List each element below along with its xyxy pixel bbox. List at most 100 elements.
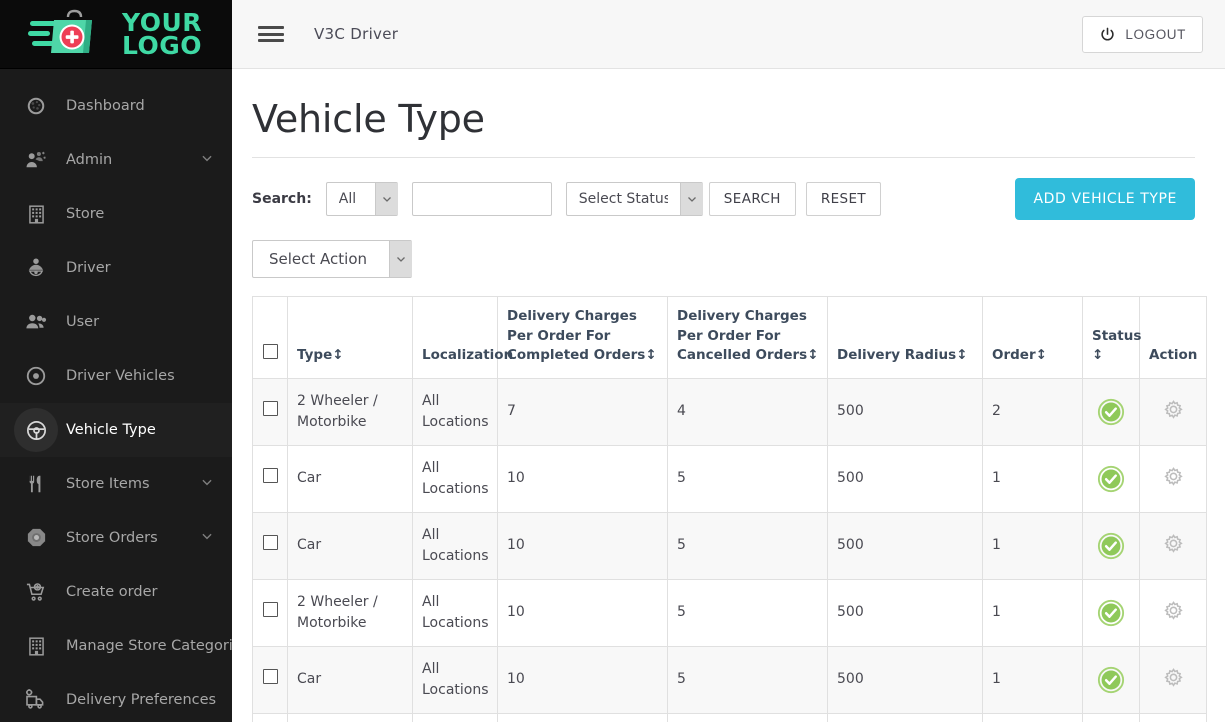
- chevron-down-icon[interactable]: [200, 529, 214, 547]
- column-header-type[interactable]: Type↕: [287, 296, 413, 379]
- settings-gear-icon[interactable]: [1161, 600, 1186, 625]
- sidebar-item-label: Delivery Preferences: [66, 692, 217, 708]
- column-label: Localization: [422, 347, 514, 364]
- sidebar-item-label: Store Items: [66, 476, 150, 492]
- column-header-delivery-radius[interactable]: Delivery Radius↕: [827, 296, 983, 379]
- row-checkbox[interactable]: [262, 601, 278, 617]
- cell-status: [1082, 645, 1140, 714]
- row-select-cell: [252, 377, 288, 446]
- sidebar-item-store[interactable]: Store: [0, 187, 232, 241]
- sort-icon[interactable]: ↕: [807, 346, 818, 366]
- sort-icon[interactable]: ↕: [645, 346, 656, 366]
- sidebar-item-driver[interactable]: Driver: [0, 241, 232, 295]
- column-header-select-all: [252, 296, 288, 379]
- cell-type: 2 Wheeler / Motorbike: [287, 578, 413, 647]
- search-field-select-wrap: All: [325, 182, 398, 216]
- building-icon: [14, 192, 58, 236]
- hamburger-icon[interactable]: [258, 24, 284, 44]
- sidebar-item-driver-vehicles[interactable]: Driver Vehicles: [0, 349, 232, 403]
- select-all-checkbox[interactable]: [262, 344, 278, 360]
- column-label: Delivery Charges Per Order For Cancelled…: [677, 308, 808, 364]
- status-active-check-icon[interactable]: [1097, 532, 1125, 560]
- sidebar-item-label: Store: [66, 206, 105, 222]
- column-label: Action: [1149, 347, 1198, 364]
- your-logo-bag-icon: [28, 9, 92, 53]
- sidebar-item-admin[interactable]: Admin: [0, 133, 232, 187]
- sidebar-item-create-order[interactable]: Create order: [0, 565, 232, 619]
- status-active-check-icon[interactable]: [1097, 666, 1125, 694]
- cell-delivery-radius: 500: [827, 444, 983, 513]
- cell-order: 1: [982, 511, 1083, 580]
- cell-status: [1082, 444, 1140, 513]
- power-icon: [1101, 27, 1115, 41]
- select-action-wrap: Select Action: [252, 240, 412, 278]
- cell-cancelled-charges: 5: [667, 712, 828, 722]
- column-header-order[interactable]: Order↕: [982, 296, 1083, 379]
- topbar-brand-title: V3C Driver: [314, 25, 399, 43]
- logo-line-2: LOGO: [122, 31, 203, 60]
- row-checkbox[interactable]: [262, 534, 278, 550]
- cell-status: [1082, 578, 1140, 647]
- sidebar-item-store-items[interactable]: Store Items: [0, 457, 232, 511]
- building-icon: [14, 624, 58, 668]
- settings-gear-icon[interactable]: [1161, 399, 1186, 424]
- select-action-dropdown[interactable]: Select Action: [252, 240, 412, 278]
- settings-gear-icon[interactable]: [1161, 667, 1186, 692]
- settings-gear-icon[interactable]: [1161, 533, 1186, 558]
- cell-cancelled-charges: 5: [667, 578, 828, 647]
- chevron-down-icon[interactable]: [200, 151, 214, 169]
- settings-gear-icon[interactable]: [1161, 466, 1186, 491]
- sort-icon[interactable]: ↕: [956, 346, 967, 366]
- row-select-cell: [252, 578, 288, 647]
- logo-bar[interactable]: YOUR LOGO: [0, 0, 232, 69]
- cell-cancelled-charges: 4: [667, 377, 828, 446]
- status-active-check-icon[interactable]: [1097, 398, 1125, 426]
- logout-button[interactable]: LOGOUT: [1082, 15, 1203, 53]
- column-label: Status: [1092, 327, 1142, 344]
- search-label: Search:: [252, 191, 312, 207]
- sort-icon[interactable]: ↕: [1036, 346, 1047, 366]
- table-head: Type↕ Localization Delivery Charges Per …: [252, 296, 1207, 379]
- column-label: Delivery Charges Per Order For Completed…: [507, 308, 646, 364]
- cell-completed-charges: 10: [497, 712, 668, 722]
- cell-order: 1: [982, 444, 1083, 513]
- cell-action: [1139, 444, 1207, 513]
- status-active-check-icon[interactable]: [1097, 465, 1125, 493]
- cell-localization: All Locations: [412, 511, 498, 580]
- cell-cancelled-charges: 5: [667, 511, 828, 580]
- search-button[interactable]: SEARCH: [708, 182, 796, 216]
- add-vehicle-type-button[interactable]: ADD VEHICLE TYPE: [1015, 178, 1195, 220]
- app-root: YOUR LOGO Dashboard Admin Store Driver U…: [0, 0, 1225, 722]
- column-header-cancelled-charges[interactable]: Delivery Charges Per Order For Cancelled…: [667, 296, 828, 379]
- sidebar-item-manage-store-categories[interactable]: Manage Store Categories: [0, 619, 232, 673]
- column-header-completed-charges[interactable]: Delivery Charges Per Order For Completed…: [497, 296, 668, 379]
- cell-localization: All Locations: [412, 712, 498, 722]
- chevron-down-icon[interactable]: [200, 475, 214, 493]
- vehicle-type-table-wrapper: Type↕ Localization Delivery Charges Per …: [252, 296, 1207, 722]
- cell-status: [1082, 712, 1140, 722]
- cell-delivery-radius: 500: [827, 377, 983, 446]
- sort-icon[interactable]: ↕: [1092, 346, 1103, 366]
- reset-button[interactable]: RESET: [805, 182, 882, 216]
- cell-completed-charges: 10: [497, 645, 668, 714]
- search-field-select[interactable]: All: [325, 182, 398, 216]
- cell-localization: All Locations: [412, 377, 498, 446]
- cell-order: 2: [982, 377, 1083, 446]
- sort-icon[interactable]: ↕: [332, 346, 343, 366]
- title-divider: [252, 157, 1195, 158]
- status-active-check-icon[interactable]: [1097, 599, 1125, 627]
- sidebar-item-dashboard[interactable]: Dashboard: [0, 79, 232, 133]
- logout-label: LOGOUT: [1125, 26, 1186, 42]
- sidebar-item-vehicle-type[interactable]: Vehicle Type: [0, 403, 232, 457]
- column-header-status[interactable]: Status ↕: [1082, 296, 1142, 379]
- sidebar-item-user[interactable]: User: [0, 295, 232, 349]
- cell-status: [1082, 377, 1140, 446]
- search-input[interactable]: [411, 182, 552, 216]
- status-select[interactable]: Select Status: [565, 182, 703, 216]
- sidebar-item-store-orders[interactable]: Store Orders: [0, 511, 232, 565]
- row-checkbox[interactable]: [262, 400, 278, 416]
- row-checkbox[interactable]: [262, 668, 278, 684]
- cell-order: 1: [982, 645, 1083, 714]
- row-checkbox[interactable]: [262, 467, 278, 483]
- sidebar-item-delivery-preferences[interactable]: Delivery Preferences: [0, 673, 232, 722]
